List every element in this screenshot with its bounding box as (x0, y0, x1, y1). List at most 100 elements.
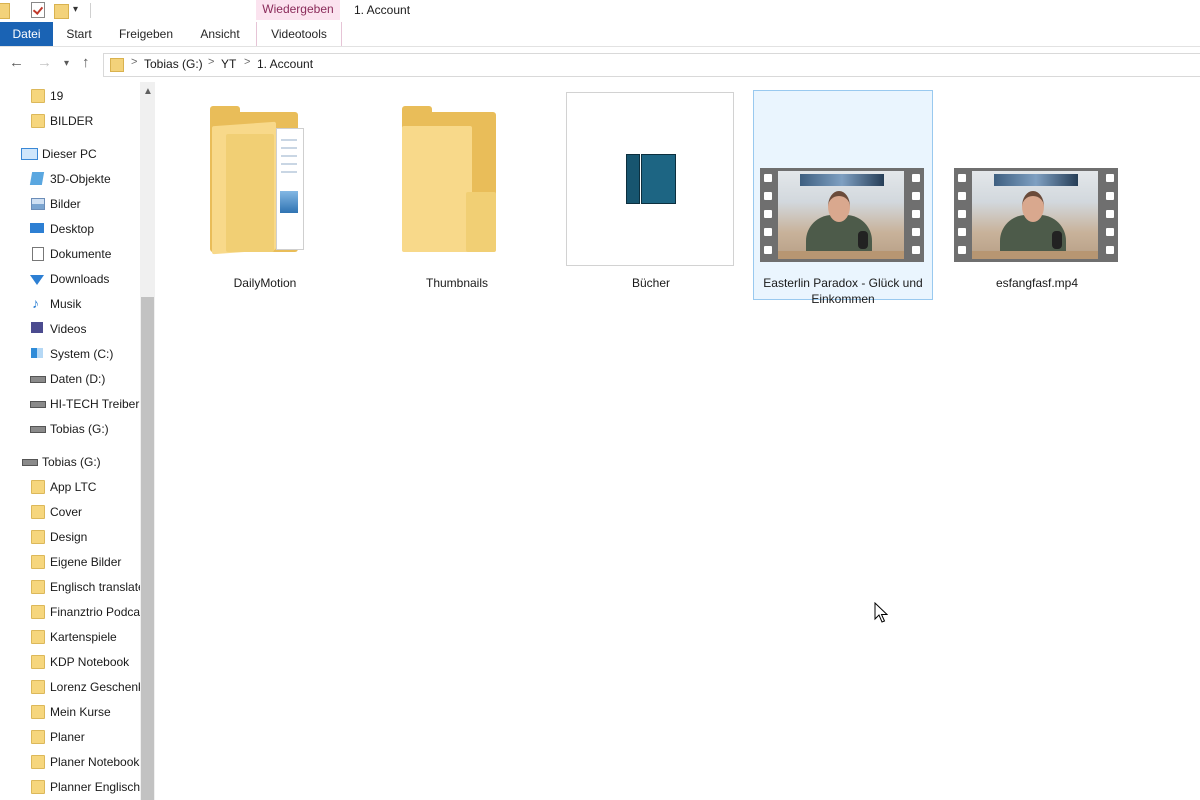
breadcrumb-separator: > (131, 56, 138, 68)
sidebar-item-design[interactable]: Design (0, 526, 140, 548)
breadcrumb-account[interactable]: 1. Account (257, 57, 313, 71)
folder-icon (31, 705, 45, 719)
folder-icon (0, 3, 10, 19)
scroll-up-arrow-icon[interactable]: ▲ (143, 86, 153, 97)
context-tab-header: Wiedergeben (256, 0, 340, 20)
sidebar-item-system-c[interactable]: System (C:) (0, 343, 140, 365)
folder-icon (31, 480, 45, 494)
folder-icon (31, 755, 45, 769)
folder-icon (31, 780, 45, 794)
sidebar-item-planner-englisch[interactable]: Planner Englisch (0, 776, 140, 798)
file-tile-buecher[interactable]: Bücher (566, 92, 736, 304)
drive-icon (30, 401, 46, 408)
navigation-row: ← → ▾ ↑ > Tobias (G:) > YT > 1. Account (0, 50, 1200, 78)
tab-view[interactable]: Ansicht (190, 22, 250, 46)
pictures-icon (31, 198, 45, 210)
breadcrumb-separator: > (208, 56, 215, 68)
documents-icon (32, 247, 44, 261)
ribbon-tabs: Datei Start Freigeben Ansicht Videotools (0, 22, 1200, 47)
folder-icon (402, 106, 502, 252)
tab-share[interactable]: Freigeben (108, 22, 184, 46)
file-name: DailyMotion (233, 276, 297, 290)
folder-icon (31, 605, 45, 619)
sidebar-item-eigene-bilder[interactable]: Eigene Bilder (0, 551, 140, 573)
scroll-thumb[interactable] (141, 297, 154, 800)
sidebar-item-daten-d[interactable]: Daten (D:) (0, 368, 140, 390)
breadcrumb-separator: > (244, 56, 251, 68)
file-name: Easterlin Paradox - Glück und Einkommen (763, 276, 923, 306)
tab-videotools[interactable]: Videotools (256, 22, 342, 46)
file-tile-easterlin-paradox[interactable]: Easterlin Paradox - Glück und Einkommen (753, 90, 933, 306)
back-arrow-icon[interactable]: ← (9, 54, 24, 71)
file-tile-dailymotion[interactable]: DailyMotion (180, 92, 350, 304)
file-view[interactable]: DailyMotion Thumbnails Bücher Easterlin … (160, 82, 1200, 800)
sidebar-item-videos[interactable]: Videos (0, 318, 140, 340)
sidebar-item-this-pc[interactable]: Dieser PC (0, 143, 140, 165)
desktop-icon (30, 223, 44, 233)
sidebar-item-desktop[interactable]: Desktop (0, 218, 140, 240)
folder-icon (31, 530, 45, 544)
drive-icon (22, 459, 38, 466)
sidebar-item-englisch-translate[interactable]: Englisch translate (0, 576, 145, 598)
sidebar-item-music[interactable]: ♪ Musik (0, 293, 140, 315)
music-icon: ♪ (32, 295, 39, 311)
folder-icon (31, 730, 45, 744)
sidebar-item-app-ltc[interactable]: App LTC (0, 476, 140, 498)
up-arrow-icon[interactable]: ↑ (82, 54, 90, 71)
sidebar-item-mein-kurse[interactable]: Mein Kurse (0, 701, 140, 723)
drive-icon (30, 426, 46, 433)
system-drive-icon (31, 348, 43, 358)
computer-icon (21, 148, 38, 160)
navigation-pane[interactable]: 19 BILDER Dieser PC 3D-Objekte Bilder De… (0, 82, 155, 800)
folder-icon (31, 655, 45, 669)
sidebar-item-19[interactable]: 19 (0, 85, 140, 107)
folder-thumbnail (566, 92, 734, 266)
file-name: Bücher (631, 276, 671, 290)
sidebar-item-planer-notebook[interactable]: Planer Notebook (0, 751, 140, 773)
3d-objects-icon (29, 172, 45, 185)
folder-icon (31, 630, 45, 644)
new-folder-icon[interactable] (54, 4, 69, 19)
address-bar[interactable]: > Tobias (G:) > YT > 1. Account (103, 53, 1200, 77)
video-thumbnail (760, 168, 924, 262)
sidebar-item-kartenspiele[interactable]: Kartenspiele (0, 626, 140, 648)
folder-icon (31, 114, 45, 128)
folder-icon (31, 89, 45, 103)
video-thumbnail (954, 168, 1118, 262)
sidebar-item-3d-objects[interactable]: 3D-Objekte (0, 168, 140, 190)
sidebar-item-downloads[interactable]: Downloads (0, 268, 140, 290)
sidebar-item-bilder-folder[interactable]: BILDER (0, 110, 140, 132)
sidebar-item-pictures[interactable]: Bilder (0, 193, 140, 215)
file-tile-esfangfasf[interactable]: esfangfasf.mp4 (952, 92, 1122, 304)
divider (90, 3, 91, 18)
tab-start[interactable]: Start (53, 22, 105, 46)
customize-quick-access-icon[interactable]: ▾ (73, 4, 78, 15)
window-title: 1. Account (354, 3, 411, 17)
sidebar-item-cover[interactable]: Cover (0, 501, 140, 523)
sidebar-scrollbar[interactable]: ▲ (140, 82, 155, 800)
folder-documents-icon (210, 106, 320, 255)
sidebar-item-finanztrio-podcast[interactable]: Finanztrio Podca (0, 601, 140, 623)
folder-icon (31, 505, 45, 519)
properties-icon[interactable] (31, 2, 45, 18)
file-tile-thumbnails[interactable]: Thumbnails (372, 92, 542, 304)
sidebar-item-tobias-g-root[interactable]: Tobias (G:) (0, 451, 140, 473)
sidebar-item-kdp-notebook[interactable]: KDP Notebook (0, 651, 140, 673)
sidebar-item-documents[interactable]: Dokumente (0, 243, 140, 265)
book-cover-icon (641, 154, 676, 204)
breadcrumb-yt[interactable]: YT (221, 57, 236, 71)
recent-locations-chevron-icon[interactable]: ▾ (64, 58, 69, 69)
breadcrumb-drive[interactable]: Tobias (G:) (144, 57, 203, 71)
sidebar-item-hitech-treiber[interactable]: HI-TECH Treiber ( (0, 393, 147, 415)
folder-icon (31, 580, 45, 594)
title-bar: ▾ Wiedergeben 1. Account (0, 0, 1200, 22)
sidebar-item-planer[interactable]: Planer (0, 726, 140, 748)
forward-arrow-icon[interactable]: → (37, 54, 52, 71)
tab-file[interactable]: Datei (0, 22, 53, 46)
folder-icon (31, 680, 45, 694)
sidebar-item-tobias-g[interactable]: Tobias (G:) (0, 418, 140, 440)
file-name: esfangfasf.mp4 (995, 276, 1079, 290)
book-cover-icon (626, 154, 640, 204)
sidebar-item-lorenz-geschenk[interactable]: Lorenz Geschenk (0, 676, 144, 698)
mouse-cursor-icon (874, 602, 888, 623)
